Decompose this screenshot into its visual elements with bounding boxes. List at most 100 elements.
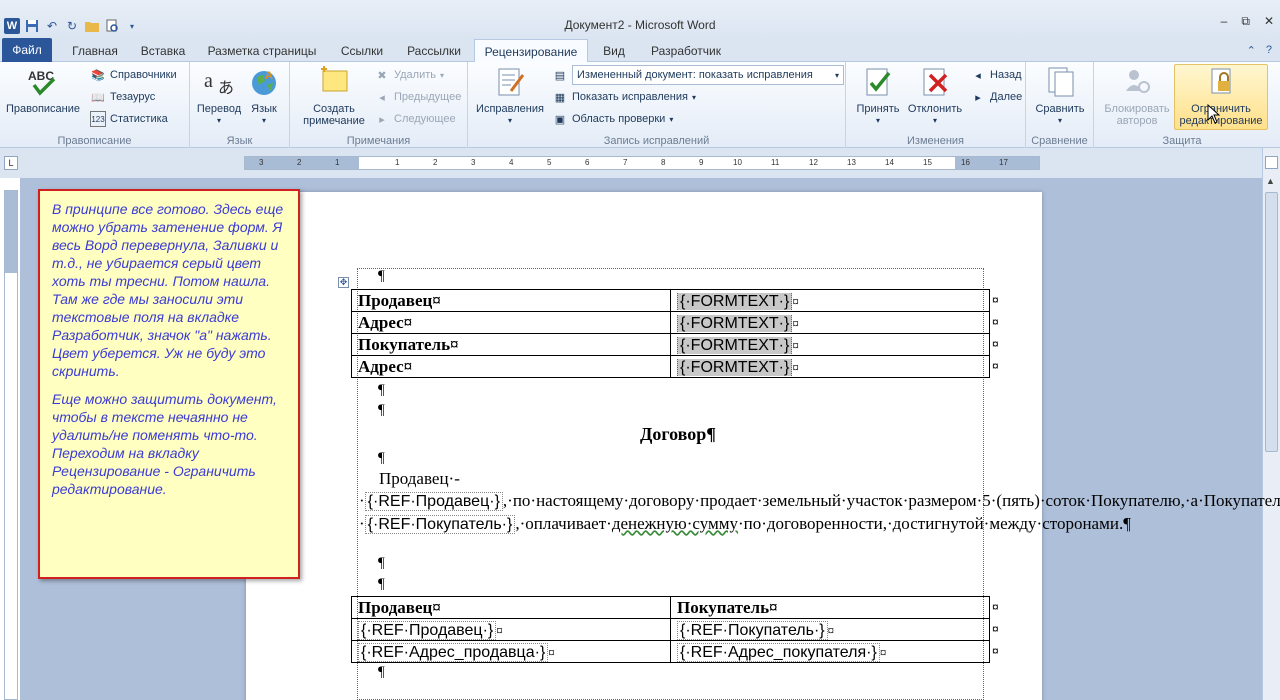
language-button[interactable]: A Язык ▾ bbox=[244, 65, 284, 127]
tab-home[interactable]: Главная bbox=[64, 40, 126, 62]
ribbon-tabs: Файл Главная Вставка Разметка страницы С… bbox=[0, 38, 1280, 63]
reject-button[interactable]: Отклонить ▾ bbox=[904, 65, 966, 127]
ref-field[interactable]: {·REF·Продавец·} bbox=[358, 620, 497, 640]
ruler-tick: 6 bbox=[585, 158, 590, 167]
form-text-field[interactable]: {·FORMTEXT·} bbox=[677, 292, 793, 310]
table-cell[interactable]: {·FORMTEXT·} ¤ bbox=[670, 311, 990, 334]
show-markup-icon: ▦ bbox=[554, 91, 566, 104]
word-count-label: Статистика bbox=[110, 113, 168, 125]
document-title[interactable]: Договор¶ bbox=[640, 424, 716, 445]
form-text-field[interactable]: {·FORMTEXT·} bbox=[677, 314, 793, 332]
table-cell[interactable]: {·REF·Адрес_покупателя·} ¤ bbox=[670, 640, 990, 663]
restrict-editing-button[interactable]: Ограничить редактирование bbox=[1174, 64, 1268, 130]
block-authors-button[interactable]: Блокировать авторов bbox=[1098, 65, 1176, 127]
ref-field-buyer[interactable]: {·REF·Покупатель·} bbox=[364, 515, 516, 534]
reject-label: Отклонить bbox=[907, 103, 963, 115]
ref-field[interactable]: {·REF·Адрес_продавца·} bbox=[358, 642, 549, 662]
ruler-tick: 1 bbox=[335, 158, 340, 167]
display-for-review-dropdown[interactable]: Измененный документ: показать исправлени… bbox=[572, 65, 844, 85]
table-cell[interactable]: {·FORMTEXT·} ¤ bbox=[670, 289, 990, 312]
table-cell[interactable]: {·REF·Покупатель·} ¤ bbox=[670, 618, 990, 641]
table-cell[interactable]: Продавец¤ bbox=[351, 289, 671, 312]
show-markup-button[interactable]: ▦ Показать исправления ▾ bbox=[552, 87, 696, 107]
translate-button[interactable]: aあ Перевод ▾ bbox=[196, 65, 242, 127]
cell-mark: ¤ bbox=[792, 293, 799, 309]
minimize-button[interactable]: – bbox=[1221, 14, 1228, 29]
ref-field[interactable]: {·REF·Адрес_покупателя·} bbox=[677, 642, 880, 662]
ref-field-seller[interactable]: {·REF·Продавец·} bbox=[364, 492, 503, 511]
tab-developer[interactable]: Разработчик bbox=[644, 40, 728, 62]
next-change-button[interactable]: ▸ Далее bbox=[970, 87, 1022, 107]
delete-comment-button[interactable]: ✖ Удалить ▾ bbox=[374, 65, 444, 85]
contract-paragraph[interactable]: Продавец·-· {·REF·Продавец·} ,·по·настояще… bbox=[359, 468, 1280, 536]
vertical-ruler[interactable] bbox=[4, 190, 18, 700]
table-cell[interactable]: {·REF·Адрес_продавца·} ¤ bbox=[351, 640, 671, 663]
para-grammar-flag[interactable]: денежную·сумму bbox=[612, 514, 738, 533]
tab-page-layout[interactable]: Разметка страницы bbox=[202, 40, 322, 62]
ruler-toggle-icon[interactable] bbox=[1265, 156, 1278, 169]
tab-view[interactable]: Вид bbox=[596, 40, 632, 62]
form-text-field[interactable]: {·FORMTEXT·} bbox=[677, 358, 793, 376]
annotation-callout: В принципе все готово. Здесь еще можно у… bbox=[38, 189, 300, 579]
table-cell[interactable]: {·FORMTEXT·} ¤ bbox=[670, 355, 990, 378]
reviewing-pane-icon: ▣ bbox=[554, 113, 566, 126]
tab-mailings[interactable]: Рассылки bbox=[400, 40, 468, 62]
paragraph-mark: ¶ bbox=[378, 576, 385, 592]
table-header-cell[interactable]: Продавец¤ bbox=[351, 596, 671, 619]
form-text-field[interactable]: {·FORMTEXT·} bbox=[677, 336, 793, 354]
collapse-ribbon-icon[interactable]: ⌃ bbox=[1247, 44, 1256, 57]
table-move-handle-icon[interactable]: ✥ bbox=[338, 277, 349, 288]
scrollbar-thumb[interactable] bbox=[1265, 192, 1278, 452]
spelling-button[interactable]: ABC Правописание bbox=[4, 65, 82, 115]
table-cell[interactable]: {·FORMTEXT·} ¤ bbox=[670, 333, 990, 356]
new-comment-button[interactable]: Создать примечание bbox=[296, 65, 372, 127]
table-cell[interactable]: Адрес¤ bbox=[351, 311, 671, 334]
tab-selector[interactable]: L bbox=[4, 156, 18, 170]
block-authors-icon bbox=[1120, 65, 1154, 99]
compare-dropdown-icon: ▾ bbox=[1057, 116, 1062, 125]
previous-change-button[interactable]: ◂ Назад bbox=[970, 65, 1021, 85]
tab-file[interactable]: Файл bbox=[2, 38, 52, 62]
vertical-scrollbar[interactable]: ▲ bbox=[1262, 148, 1280, 700]
cell-mark: ¤ bbox=[879, 644, 887, 660]
research-button[interactable]: 📚 Справочники bbox=[90, 65, 177, 85]
restore-button[interactable]: ⧉ bbox=[1241, 14, 1250, 29]
group-spelling-label: Правописание bbox=[57, 135, 132, 147]
track-changes-button[interactable]: Исправления ▾ bbox=[472, 65, 548, 127]
ref-field[interactable]: {·REF·Покупатель·} bbox=[677, 620, 828, 640]
group-protect: Блокировать авторов Ограничить редактиро… bbox=[1094, 62, 1270, 148]
tab-references[interactable]: Ссылки bbox=[334, 40, 390, 62]
table-header-cell[interactable]: Покупатель¤ bbox=[670, 596, 990, 619]
track-changes-icon bbox=[493, 65, 527, 99]
previous-comment-button[interactable]: ◂ Предыдущее bbox=[374, 87, 461, 107]
parties-table[interactable]: Продавец¤ {·FORMTEXT·} ¤ Адрес¤ {·FORMTEX… bbox=[351, 289, 990, 378]
callout-paragraph-1: В принципе все готово. Здесь еще можно у… bbox=[52, 201, 284, 379]
table-cell[interactable]: Адрес¤ bbox=[351, 355, 671, 378]
row-end-mark: ¤ bbox=[992, 622, 999, 636]
spelling-button-label: Правописание bbox=[5, 103, 81, 115]
table-row: Адрес¤ {·FORMTEXT·} ¤ bbox=[351, 311, 990, 334]
cell-mark: ¤ bbox=[496, 622, 503, 638]
translate-icon: aあ bbox=[202, 65, 236, 99]
compare-button[interactable]: Сравнить ▾ bbox=[1032, 65, 1088, 127]
signatures-table[interactable]: Продавец¤ Покупатель¤ {·REF·Продавец·} ¤ … bbox=[351, 596, 990, 663]
ruler-tick: 14 bbox=[885, 158, 894, 167]
close-button[interactable]: ✕ bbox=[1264, 14, 1274, 29]
callout-paragraph-2: Еще можно защитить документ, чтобы в тек… bbox=[52, 391, 277, 497]
word-count-button[interactable]: 123 Статистика bbox=[90, 109, 168, 129]
accept-button[interactable]: Принять ▾ bbox=[850, 65, 906, 127]
research-label: Справочники bbox=[110, 69, 177, 81]
reviewing-pane-button[interactable]: ▣ Область проверки ▾ bbox=[552, 109, 674, 129]
group-comments-label: Примечания bbox=[346, 135, 411, 147]
help-icon[interactable]: ? bbox=[1266, 44, 1272, 57]
language-dropdown-icon: ▾ bbox=[261, 116, 266, 125]
restrict-editing-lock-icon bbox=[1204, 65, 1238, 99]
table-cell[interactable]: {·REF·Продавец·} ¤ bbox=[351, 618, 671, 641]
tab-review[interactable]: Рецензирование bbox=[474, 39, 588, 63]
horizontal-ruler[interactable]: 3 2 1 1 2 3 4 5 6 7 8 9 10 11 12 13 14 1… bbox=[244, 156, 1040, 170]
tab-insert[interactable]: Вставка bbox=[134, 40, 192, 62]
table-cell[interactable]: Покупатель¤ bbox=[351, 333, 671, 356]
scroll-up-icon[interactable]: ▲ bbox=[1266, 176, 1275, 186]
thesaurus-button[interactable]: 📖 Тезаурус bbox=[90, 87, 155, 107]
next-comment-button[interactable]: ▸ Следующее bbox=[374, 109, 455, 129]
